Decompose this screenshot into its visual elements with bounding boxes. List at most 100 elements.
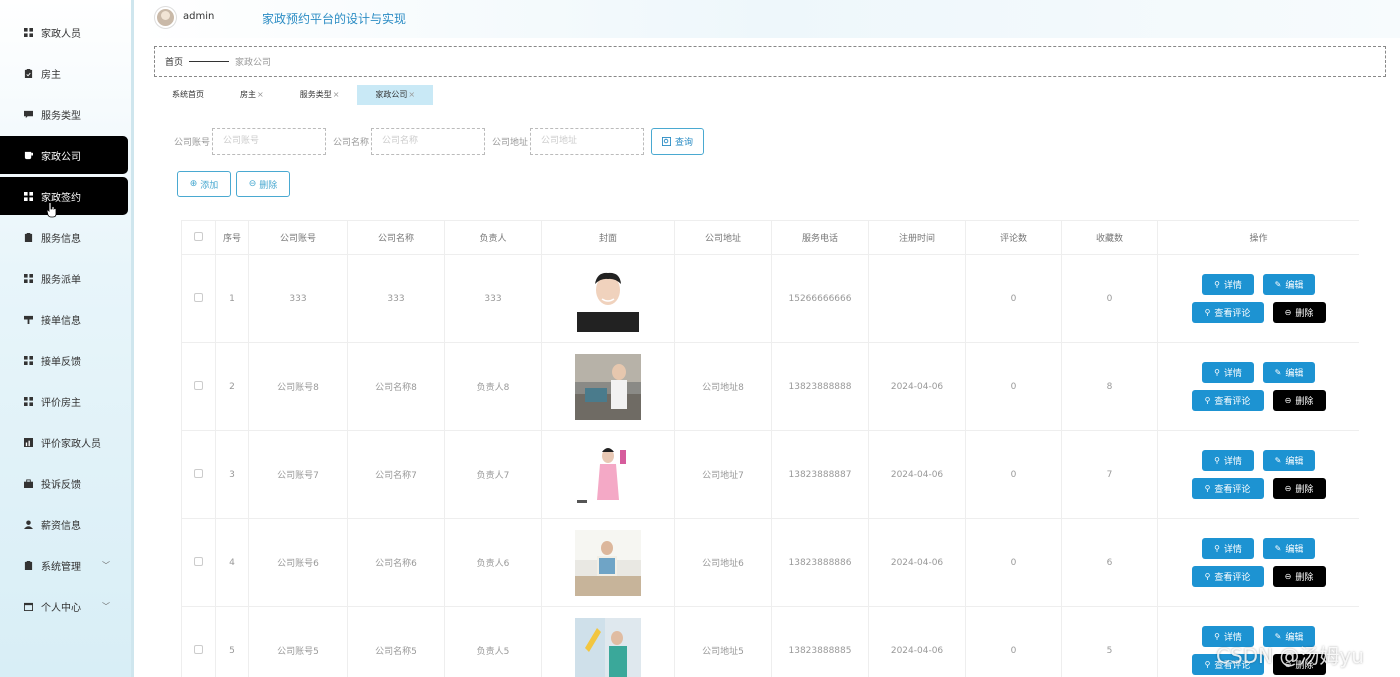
delete-button[interactable]: ⊖ 删除 — [1272, 302, 1326, 323]
search-icon: ⚲ — [1204, 396, 1211, 405]
view-comments-button[interactable]: ⚲ 查看评论 — [1191, 478, 1264, 499]
sidebar-item-rate-housekeepers[interactable]: 评价家政人员 — [0, 423, 128, 461]
username[interactable]: admin — [183, 11, 214, 22]
top-header: admin 家政预约平台的设计与实现 — [137, 0, 1400, 38]
sidebar-item-label: 房主 — [41, 69, 61, 81]
address-search-input[interactable]: 公司地址 — [530, 128, 645, 155]
edit-button[interactable]: ✎ 编辑 — [1263, 538, 1315, 559]
tab-homeowners[interactable]: 房主× — [222, 85, 282, 105]
close-icon[interactable]: × — [257, 90, 264, 99]
address-label: 公司地址 — [492, 138, 529, 148]
edit-label: 编辑 — [1285, 281, 1304, 291]
row-checkbox[interactable] — [194, 644, 203, 654]
breadcrumb-separator — [189, 61, 230, 62]
search-icon: ⚲ — [1214, 280, 1220, 289]
cell-operations: ⚲ 详情 ✎ 编辑 ⚲ 查看评论 ⊖ 删除 — [1157, 254, 1359, 343]
sidebar-item-label: 接单反馈 — [41, 356, 81, 368]
row-checkbox[interactable] — [194, 468, 203, 478]
sidebar-item-service-info[interactable]: 服务信息 — [0, 218, 128, 256]
minus-circle-icon: ⊖ — [1284, 572, 1292, 581]
delete-label: 删除 — [1295, 309, 1314, 319]
delete-button[interactable]: ⊖ 删除 — [1272, 390, 1326, 411]
cell-comments: 0 — [965, 430, 1062, 519]
cell-account: 公司账号5 — [248, 606, 348, 677]
cell-address — [674, 254, 772, 343]
edit-button[interactable]: ✎ 编辑 — [1263, 362, 1315, 383]
edit-button[interactable]: ✎ 编辑 — [1263, 274, 1315, 295]
watermark: CSDN @汤姆yu — [1216, 644, 1364, 668]
cell-cover — [541, 254, 675, 343]
sidebar-item-housekeepers[interactable]: 家政人员 — [0, 13, 128, 51]
bag-icon — [24, 478, 33, 488]
cell-manager: 负责人6 — [444, 518, 542, 607]
select-all-checkbox[interactable] — [194, 231, 203, 241]
close-icon[interactable]: × — [408, 90, 415, 99]
add-button[interactable]: ⊕ 添加 — [177, 171, 231, 197]
row-checkbox[interactable] — [194, 292, 203, 302]
cover-image[interactable] — [575, 265, 641, 332]
cell-operations: ⚲ 详情 ✎ 编辑 ⚲ 查看评论 ⊖ 删除 — [1157, 342, 1359, 431]
sidebar-item-contracts[interactable]: 家政签约 — [0, 177, 128, 215]
sidebar-item-profile[interactable]: 个人中心 ﹀ — [0, 587, 128, 625]
sidebar-item-label: 服务信息 — [41, 233, 81, 245]
sidebar-item-orders[interactable]: 接单信息 — [0, 300, 128, 338]
close-icon[interactable]: × — [333, 90, 340, 99]
company-table: 序号 公司账号 公司名称 负责人 封面 公司地址 服务电话 注册时间 评论数 收… — [181, 220, 1359, 677]
tab-companies[interactable]: 家政公司× — [357, 85, 434, 105]
delete-label: 删除 — [1295, 397, 1314, 407]
select-all-cell[interactable] — [181, 220, 216, 255]
cover-image[interactable] — [575, 529, 641, 596]
sidebar-item-salary[interactable]: 薪资信息 — [0, 505, 128, 543]
tab-label: 房主 — [240, 90, 256, 99]
breadcrumb-home[interactable]: 首页 — [165, 55, 183, 68]
cell-cover — [541, 342, 675, 431]
sidebar-item-service-types[interactable]: 服务类型 — [0, 95, 128, 133]
detail-label: 详情 — [1223, 369, 1242, 379]
row-select-cell[interactable] — [181, 606, 216, 677]
detail-button[interactable]: ⚲ 详情 — [1202, 274, 1254, 295]
sidebar-item-order-feedback[interactable]: 接单反馈 — [0, 341, 128, 379]
cell-no: 5 — [215, 606, 249, 677]
detail-button[interactable]: ⚲ 详情 — [1202, 538, 1254, 559]
delete-button[interactable]: ⊖ 删除 — [1272, 566, 1326, 587]
cell-account: 333 — [248, 254, 348, 343]
sidebar-item-homeowners[interactable]: 房主 — [0, 54, 128, 92]
row-select-cell[interactable] — [181, 430, 216, 519]
edit-button[interactable]: ✎ 编辑 — [1263, 450, 1315, 471]
name-search-input[interactable]: 公司名称 — [371, 128, 486, 155]
table-header-row: 序号 公司账号 公司名称 负责人 封面 公司地址 服务电话 注册时间 评论数 收… — [181, 220, 1359, 255]
search-icon: ⚲ — [1204, 308, 1211, 317]
cover-image[interactable] — [575, 441, 641, 508]
sidebar-item-rate-owners[interactable]: 评价房主 — [0, 382, 128, 420]
view-comments-button[interactable]: ⚲ 查看评论 — [1191, 302, 1264, 323]
row-select-cell[interactable] — [181, 518, 216, 607]
row-select-cell[interactable] — [181, 342, 216, 431]
row-select-cell[interactable] — [181, 254, 216, 343]
view-comments-button[interactable]: ⚲ 查看评论 — [1191, 390, 1264, 411]
detail-button[interactable]: ⚲ 详情 — [1202, 362, 1254, 383]
cell-cover — [541, 430, 675, 519]
table-row: 2 公司账号8 公司名称8 负责人8 公司地址8 13823888888 2024-04-0… — [181, 342, 1359, 431]
minus-circle-icon: ⊖ — [1284, 308, 1292, 317]
avatar[interactable] — [155, 7, 176, 28]
account-search-input[interactable]: 公司账号 — [212, 128, 327, 155]
view-comments-button[interactable]: ⚲ 查看评论 — [1191, 566, 1264, 587]
tab-home[interactable]: 系统首页 — [154, 85, 222, 105]
batch-delete-button[interactable]: ⊖ 删除 — [236, 171, 290, 197]
cell-favorites: 8 — [1061, 342, 1158, 431]
query-button[interactable]: 查询 — [651, 128, 705, 155]
sidebar-item-companies[interactable]: 家政公司 — [0, 136, 128, 174]
sidebar-item-system[interactable]: 系统管理 ﹀ — [0, 546, 128, 584]
row-checkbox[interactable] — [194, 380, 203, 390]
row-checkbox[interactable] — [194, 556, 203, 566]
cover-image[interactable] — [575, 353, 641, 420]
tab-service-types[interactable]: 服务类型× — [282, 85, 358, 105]
sidebar-item-dispatch[interactable]: 服务派单 — [0, 259, 128, 297]
detail-label: 详情 — [1223, 545, 1242, 555]
delete-button[interactable]: ⊖ 删除 — [1272, 478, 1326, 499]
cell-comments: 0 — [965, 254, 1062, 343]
column-header: 服务电话 — [771, 220, 869, 255]
cover-image[interactable] — [575, 617, 641, 677]
detail-button[interactable]: ⚲ 详情 — [1202, 450, 1254, 471]
sidebar-item-complaints[interactable]: 投诉反馈 — [0, 464, 128, 502]
